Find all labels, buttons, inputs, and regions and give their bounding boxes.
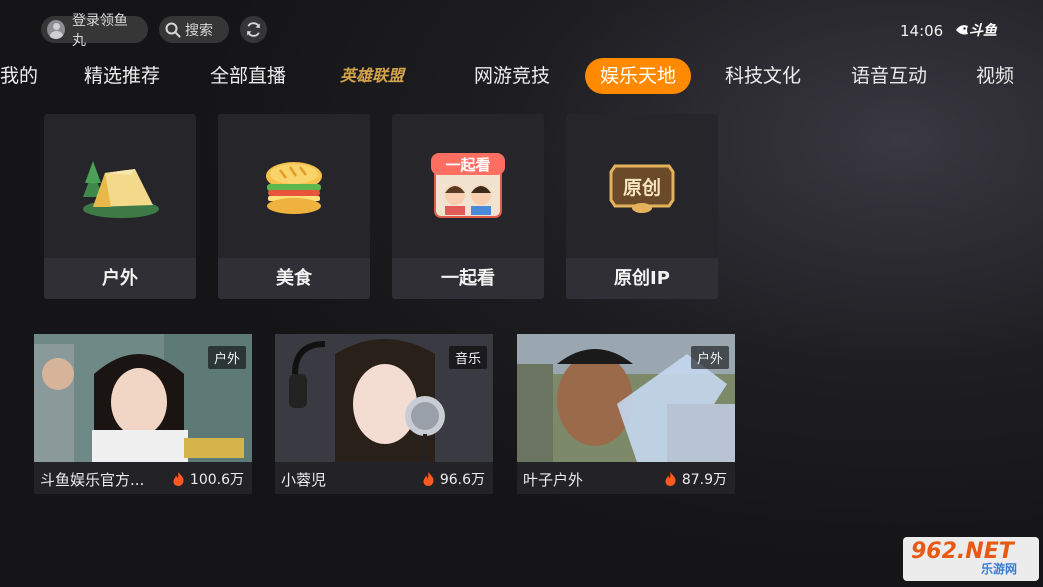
category-card-food[interactable]: 美食 — [218, 114, 370, 299]
stream-card[interactable]: 户外 叶子户外 87.9万 — [517, 334, 735, 494]
tab-featured[interactable]: 精选推荐 — [84, 58, 160, 94]
flame-icon — [665, 472, 676, 486]
refresh-icon — [247, 22, 260, 37]
stream-tag: 户外 — [207, 346, 246, 369]
fish-logo-icon — [956, 25, 968, 35]
tab-entertainment[interactable]: 娱乐天地 — [585, 58, 692, 94]
category-label: 美食 — [218, 258, 370, 299]
search-button[interactable]: 搜索 — [159, 16, 229, 43]
stream-heat: 96.6万 — [423, 469, 485, 489]
stream-heat: 100.6万 — [173, 469, 244, 489]
stream-tag: 户外 — [690, 346, 729, 369]
stream-heat-value: 87.9万 — [681, 472, 727, 488]
refresh-button[interactable] — [240, 16, 267, 43]
tab-video[interactable]: 视频 — [976, 58, 1014, 94]
tent-icon — [44, 114, 196, 258]
category-label: 原创IP — [566, 258, 718, 299]
login-button[interactable]: 登录领鱼丸 — [41, 13, 148, 49]
clock: 14:06 — [900, 22, 944, 40]
tab-mine[interactable]: 我的 — [0, 58, 38, 94]
douyu-logo: 斗鱼 — [955, 20, 997, 40]
sandwich-icon — [218, 114, 370, 258]
tab-tech-culture[interactable]: 科技文化 — [725, 58, 801, 94]
stream-heat-value: 96.6万 — [439, 472, 485, 488]
watch-together-icon: 一起看 — [392, 114, 544, 258]
top-bar: 登录领鱼丸 搜索 14:06 斗鱼 — [0, 0, 1043, 58]
stream-tag: 音乐 — [448, 346, 487, 369]
stream-heat-value: 100.6万 — [189, 472, 244, 488]
user-avatar-icon — [47, 20, 65, 39]
original-ip-icon: 原创 — [566, 114, 718, 258]
watch-together-art-text: 一起看 — [445, 156, 490, 174]
tab-voice[interactable]: 语音互动 — [851, 58, 927, 94]
category-label: 一起看 — [392, 258, 544, 299]
brand-text: 斗鱼 — [969, 23, 997, 39]
stream-card[interactable]: 音乐 小蓉児 96.6万 — [275, 334, 493, 494]
stream-thumbnail: 户外 — [517, 334, 735, 462]
stream-card[interactable]: 户外 斗鱼娱乐官方... 100.6万 — [34, 334, 252, 494]
watermark-subtext: 乐游网 — [981, 562, 1018, 576]
login-label: 登录领鱼丸 — [71, 12, 128, 49]
stream-name: 小蓉児 — [281, 471, 327, 489]
original-ip-art-text: 原创 — [623, 176, 661, 199]
stream-name: 叶子户外 — [523, 471, 584, 489]
stream-name: 斗鱼娱乐官方... — [40, 471, 145, 489]
flame-icon — [423, 472, 434, 486]
category-card-outdoor[interactable]: 户外 — [44, 114, 196, 299]
site-watermark: 962.NET 乐游网 — [903, 537, 1039, 581]
tab-all-live[interactable]: 全部直播 — [210, 58, 286, 94]
stream-heat: 87.9万 — [665, 469, 727, 489]
stream-thumbnail: 音乐 — [275, 334, 493, 462]
flame-icon — [173, 472, 184, 486]
category-card-original-ip[interactable]: 原创 原创IP — [566, 114, 718, 299]
category-card-watch-together[interactable]: 一起看 一起看 — [392, 114, 544, 299]
category-tabs: 我的 精选推荐 全部直播 英雄联盟 网游竞技 娱乐天地 科技文化 语音互动 视频 — [0, 58, 1043, 98]
search-icon — [165, 22, 181, 37]
search-label: 搜索 — [185, 22, 213, 39]
tab-online-games[interactable]: 网游竞技 — [474, 58, 550, 94]
stream-thumbnail: 户外 — [34, 334, 252, 462]
tab-league-of-legends[interactable]: 英雄联盟 — [340, 58, 404, 94]
category-label: 户外 — [44, 258, 196, 299]
